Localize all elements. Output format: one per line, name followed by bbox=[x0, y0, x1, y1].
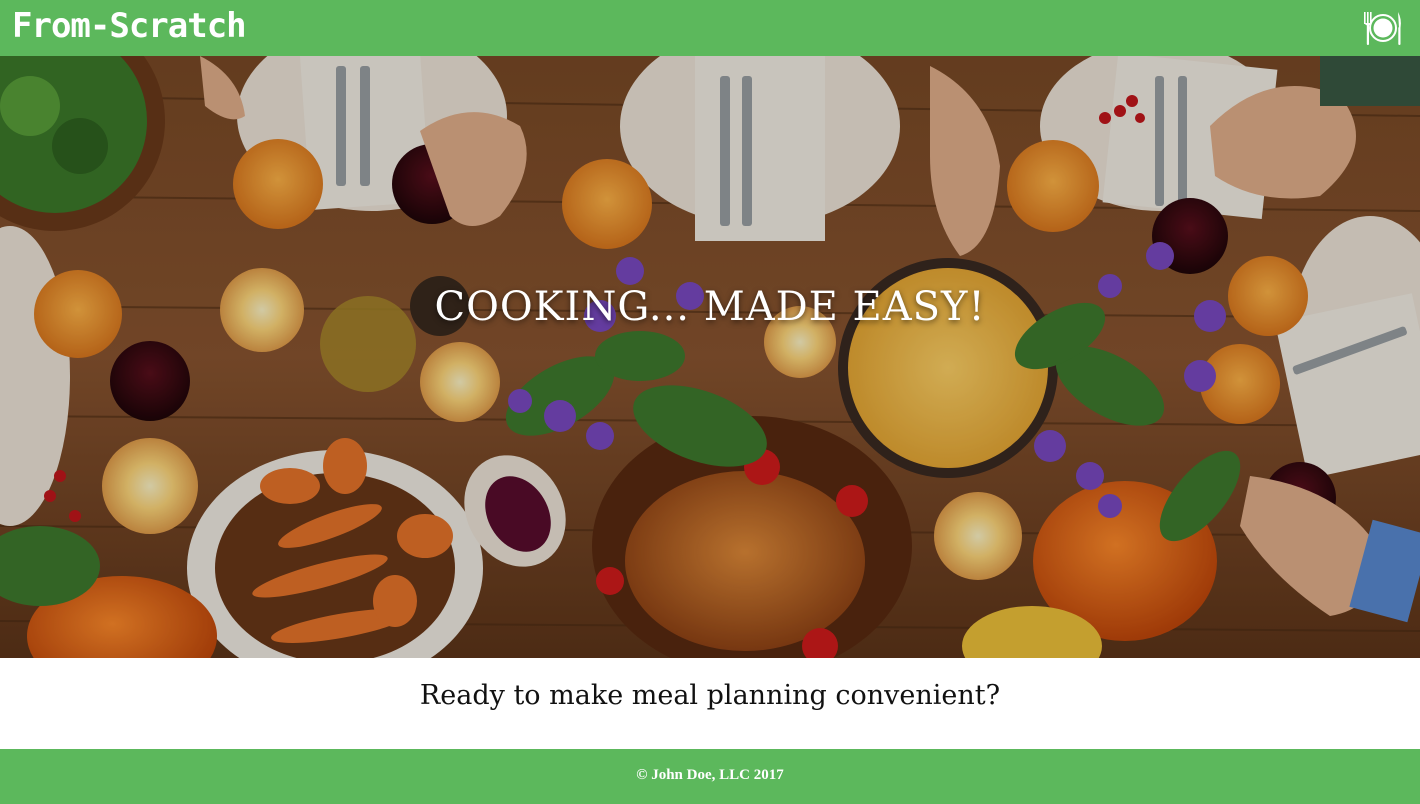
hero-overlay bbox=[0, 56, 1420, 658]
plate-fork-knife-icon[interactable] bbox=[1362, 9, 1404, 47]
hero-title: COOKING... MADE EASY! bbox=[434, 284, 986, 330]
copyright-text: © John Doe, LLC 2017 bbox=[636, 767, 784, 783]
hero-banner: COOKING... MADE EASY! bbox=[0, 56, 1420, 658]
top-navbar: From-Scratch bbox=[0, 0, 1420, 56]
brand-logo-link[interactable]: From-Scratch bbox=[12, 6, 247, 46]
tagline: Ready to make meal planning convenient? bbox=[419, 680, 1001, 711]
footer: © John Doe, LLC 2017 bbox=[0, 749, 1420, 804]
